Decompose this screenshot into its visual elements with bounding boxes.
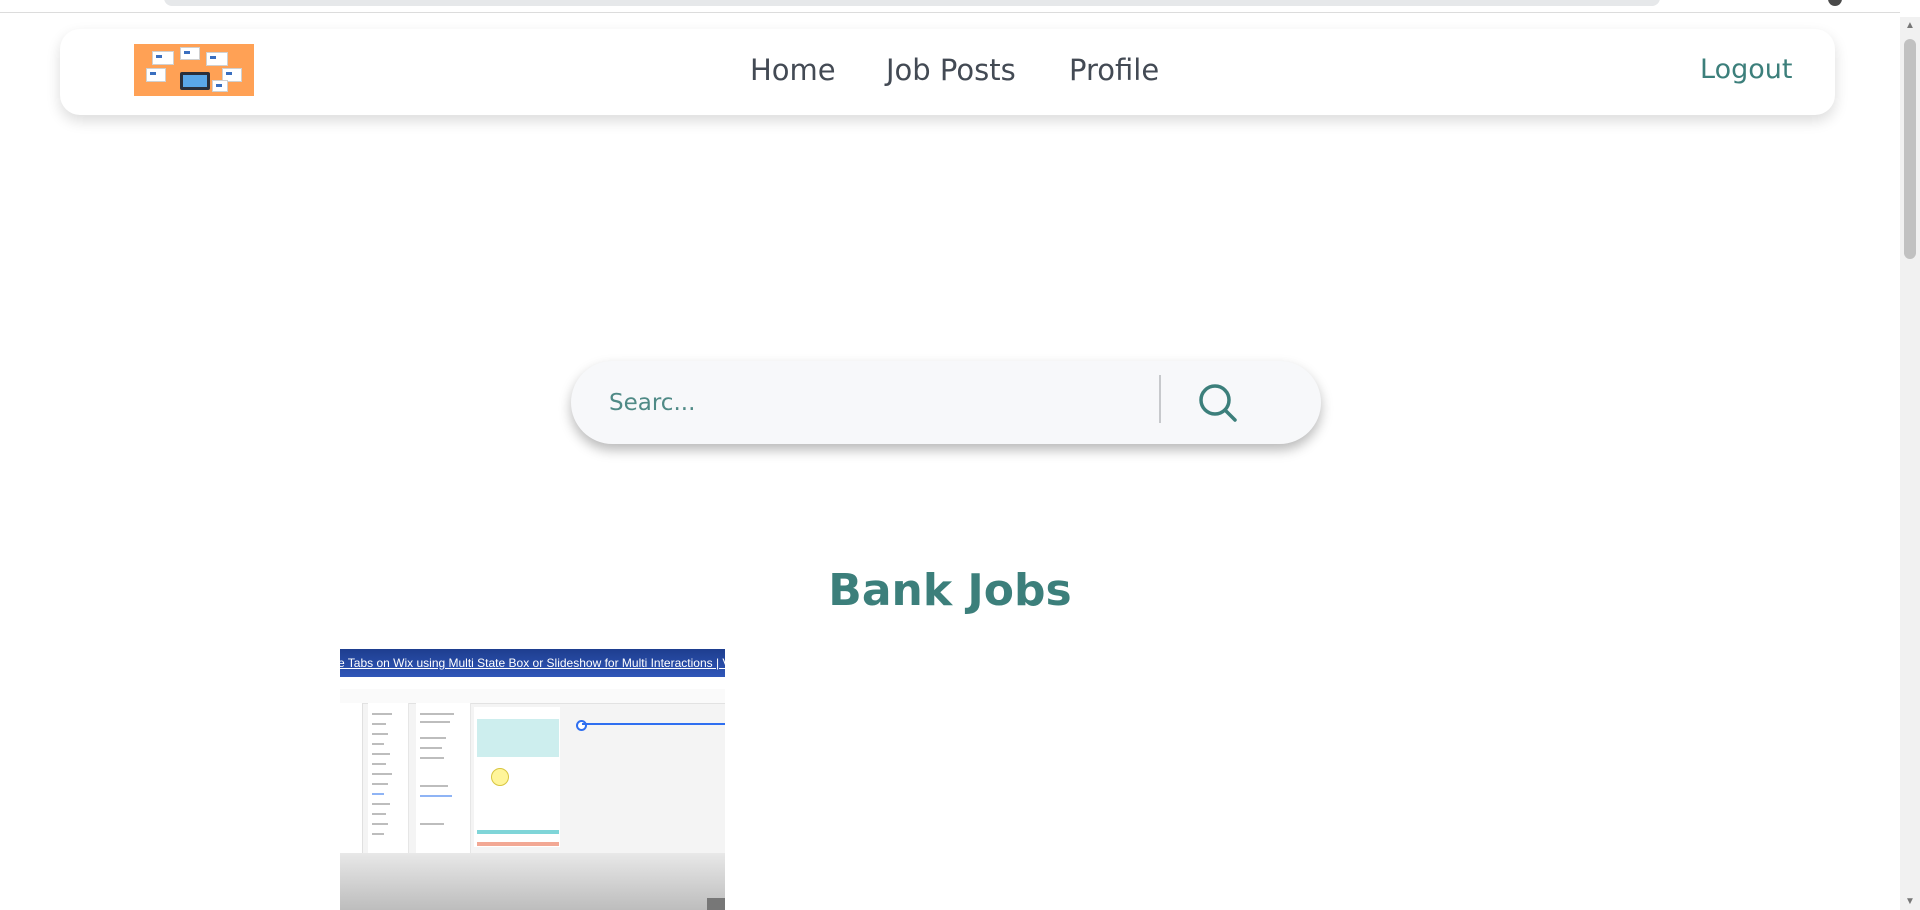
video-panel-line — [372, 763, 386, 765]
search-icon — [1199, 384, 1237, 422]
video-thumbnail[interactable]: e Tabs on Wix using Multi State Box or S… — [340, 649, 725, 910]
video-title: e Tabs on Wix using Multi State Box or S… — [340, 649, 725, 677]
profile-icon[interactable] — [1828, 0, 1842, 6]
video-panel-line — [372, 733, 388, 735]
video-bottom-panel — [340, 853, 725, 910]
video-panel-secondary — [416, 703, 471, 853]
navbar: Home Job Posts Profile Logout — [60, 29, 1835, 115]
main-nav: Home Job Posts Profile — [60, 29, 1835, 115]
video-panel-line — [420, 757, 444, 759]
address-bar[interactable] — [164, 0, 1660, 6]
scroll-thumb[interactable] — [1904, 39, 1916, 259]
video-panel — [368, 703, 409, 853]
video-progress-bar — [477, 830, 559, 834]
page-scrollbar[interactable]: ▲ ▼ — [1900, 17, 1920, 910]
video-panel-line — [372, 783, 388, 785]
search-divider — [1159, 375, 1161, 423]
video-panel-line — [420, 737, 446, 739]
video-panel-line — [372, 773, 392, 775]
scroll-up-icon[interactable]: ▲ — [1900, 17, 1920, 34]
video-panel-line — [420, 721, 450, 723]
video-panel-line — [372, 793, 384, 795]
section-title: Bank Jobs — [828, 565, 1072, 616]
nav-home-link[interactable]: Home — [750, 53, 836, 87]
logout-link[interactable]: Logout — [1700, 54, 1792, 85]
video-panel-line — [372, 753, 390, 755]
video-leftbar — [340, 703, 363, 853]
video-panel-line — [372, 823, 388, 825]
browser-toolbar-edge — [0, 0, 1900, 13]
video-title-text: e Tabs on Wix using Multi State Box or S… — [340, 656, 725, 670]
video-toolbar — [340, 689, 725, 704]
video-panel-line — [372, 803, 390, 805]
nav-job-posts-link[interactable]: Job Posts — [886, 53, 1016, 87]
video-panel-line — [372, 833, 384, 835]
nav-profile-link[interactable]: Profile — [1069, 53, 1159, 87]
page: Home Job Posts Profile Logout Bank Jobs … — [0, 0, 1920, 910]
video-panel-line — [420, 785, 448, 787]
search-bar — [571, 361, 1321, 444]
video-panel-line — [372, 713, 392, 715]
search-input[interactable] — [607, 379, 1151, 427]
video-timeline — [582, 723, 725, 725]
search-button[interactable] — [1193, 378, 1243, 428]
video-panel-line — [372, 743, 384, 745]
video-timeline-handle — [576, 720, 587, 731]
video-panel-line — [420, 823, 444, 825]
video-panel-line — [420, 747, 442, 749]
video-progress-bar-secondary — [477, 842, 559, 846]
video-panel-line — [420, 713, 454, 715]
video-panel-line — [420, 795, 452, 797]
video-panel-line — [372, 813, 386, 815]
video-cursor-highlight — [491, 768, 509, 786]
scroll-down-icon[interactable]: ▼ — [1900, 893, 1920, 910]
video-panel-line — [372, 723, 386, 725]
video-preview-panel — [477, 719, 559, 757]
